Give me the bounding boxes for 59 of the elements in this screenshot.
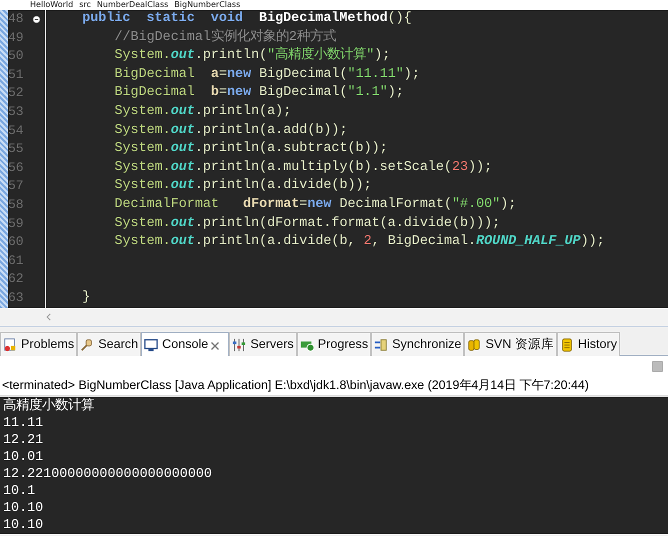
line-number: 56 (8, 158, 24, 177)
console-line: 12.22100000000000000000000 (3, 466, 213, 483)
view-tab[interactable]: Synchronize (371, 332, 464, 356)
breadcrumb-item[interactable]: HelloWorld (30, 0, 74, 10)
console-line: 10.10 (3, 500, 44, 517)
code-line: System.out.println("高精度小数计算"); (113, 47, 392, 66)
line-number: 59 (8, 214, 24, 233)
code-line: } (81, 288, 92, 307)
search-icon (80, 338, 94, 352)
history-icon (560, 338, 574, 352)
view-tab[interactable]: Problems (0, 332, 78, 356)
line-number: 52 (8, 84, 24, 102)
code-line: BigDecimal b=new BigDecimal("1.1"); (113, 84, 405, 102)
breadcrumb-item[interactable]: BigNumberClass (174, 0, 240, 10)
code-line: DecimalFormat dFormat=new DecimalFormat("#.00"); (113, 196, 518, 214)
console-line: 10.10 (3, 517, 44, 534)
line-number: 55 (8, 140, 24, 158)
view-tab[interactable]: Servers (229, 332, 297, 356)
view-tab[interactable]: History (556, 332, 620, 356)
line-number: 48 (8, 10, 24, 28)
stop-icon (651, 360, 664, 372)
console-line: 10.1 (3, 483, 36, 500)
console-line: 12.21 (3, 432, 44, 449)
line-number: 53 (8, 102, 24, 121)
code-line: System.out.println(a.divide(b, 2, BigDecimal.ROUND_HALF_UP)); (113, 233, 606, 252)
line-number: 63 (8, 288, 24, 307)
view-tab[interactable]: Console (141, 332, 230, 356)
code-line: System.out.println(a); (113, 102, 292, 121)
console-line: 高精度小数计算 (3, 398, 95, 415)
view-tab[interactable]: SVN 资源库 (464, 332, 557, 356)
code-line: System.out.println(a.add(b)); (113, 122, 349, 140)
breadcrumb-item[interactable]: src (79, 0, 91, 10)
line-number: 61 (8, 252, 24, 270)
view-tab[interactable]: Search (77, 332, 142, 356)
console-line: 10.01 (3, 449, 44, 466)
line-number: 62 (8, 270, 24, 288)
line-number: 50 (8, 47, 24, 66)
problems-icon (3, 338, 17, 352)
repo-icon (467, 338, 482, 352)
code-line: BigDecimal a=new BigDecimal("11.11"); (113, 66, 421, 84)
line-number: 54 (8, 122, 24, 140)
line-number: 58 (8, 196, 24, 214)
line-number: 57 (8, 177, 24, 196)
code-line: //BigDecimal实例化对象的2种方式 (113, 28, 337, 46)
line-number: 49 (8, 28, 24, 47)
console-status: <terminated> BigNumberClass [Java Application] E:\bxd\jdk1.8\bin\javaw.exe (2019年4月14日 下午7:20:44) (0, 376, 668, 397)
line-number: 51 (8, 66, 24, 84)
code-line: System.out.println(dFormat.format(a.divide(b))); (113, 214, 502, 233)
view-tab[interactable]: Progress (296, 332, 372, 356)
code-line: System.out.println(a.divide(b)); (113, 177, 373, 196)
servers-icon (232, 338, 246, 352)
line-number: 60 (8, 233, 24, 252)
sync-icon (374, 338, 388, 352)
code-line: public static void BigDecimalMethod(){ (81, 10, 413, 28)
breadcrumb-item[interactable]: NumberDealClass (96, 0, 168, 10)
console-icon (144, 338, 158, 352)
console-line: 11.11 (3, 415, 44, 432)
code-line: System.out.println(a.multiply(b).setScale(23)); (113, 158, 494, 177)
code-line: System.out.println(a.subtract(b)); (113, 140, 389, 158)
